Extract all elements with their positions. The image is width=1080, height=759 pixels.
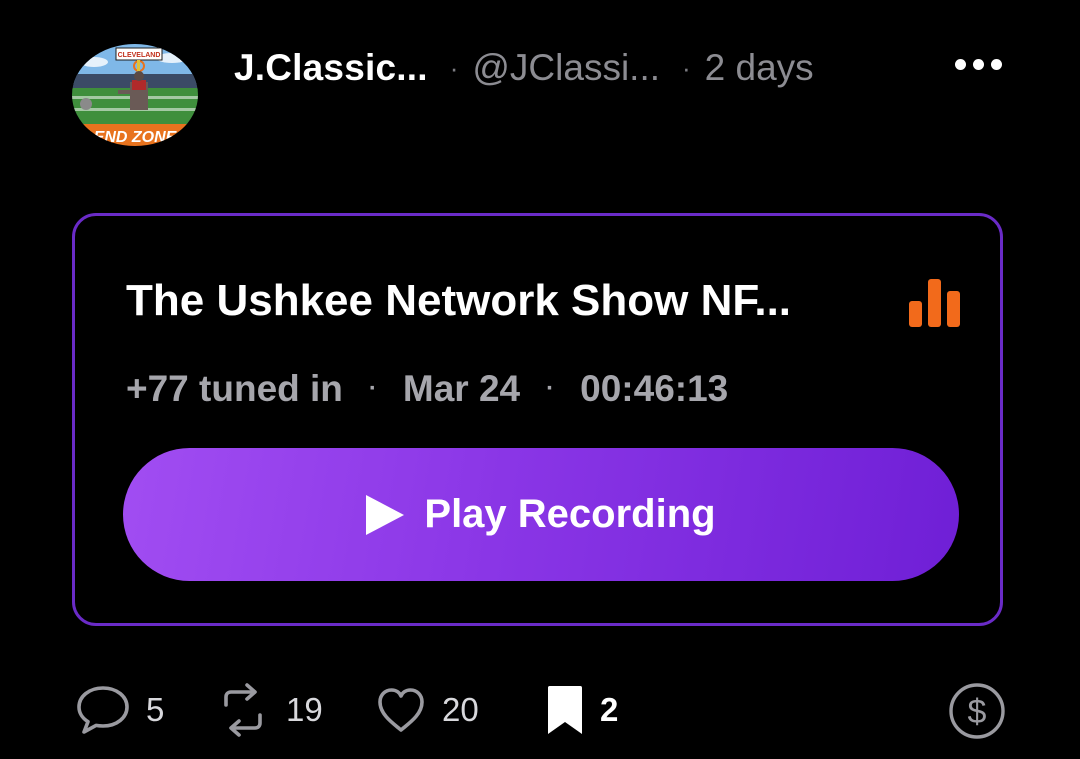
avatar-endzone-text: END ZONE <box>94 129 178 146</box>
play-recording-label: Play Recording <box>424 492 716 536</box>
more-dot <box>972 58 984 70</box>
bookmark-button[interactable]: 2 <box>544 682 618 738</box>
tuned-in-count: +77 tuned in <box>126 368 343 409</box>
play-icon <box>366 494 405 535</box>
username-handle[interactable]: @JClassi... <box>472 47 660 89</box>
more-options-icon[interactable] <box>948 44 1008 84</box>
like-count: 20 <box>442 691 479 728</box>
recast-button[interactable]: 19 <box>214 682 323 738</box>
more-dot <box>990 58 1002 70</box>
reply-button[interactable]: 5 <box>74 682 164 738</box>
bookmark-icon <box>548 686 582 734</box>
recording-meta: +77 tuned in · Mar 24 · 00:46:13 <box>126 368 728 410</box>
post-header: J.Classic... · @JClassi... · 2 days <box>234 42 814 94</box>
recording-title: The Ushkee Network Show NF... <box>126 276 792 325</box>
separator-dot: · <box>682 52 691 83</box>
more-dot <box>954 58 966 70</box>
heart-icon <box>378 688 424 732</box>
meta-separator: · <box>546 375 555 402</box>
reply-count: 5 <box>146 691 165 728</box>
recast-count: 19 <box>286 691 323 728</box>
post-timestamp[interactable]: 2 days <box>705 47 814 89</box>
recast-icon <box>224 683 262 737</box>
separator-dot: · <box>449 52 459 83</box>
avatar-banner-text: CLEVELAND <box>118 52 161 59</box>
recording-duration: 00:46:13 <box>580 368 729 409</box>
display-name[interactable]: J.Classic... <box>234 47 428 89</box>
play-recording-button[interactable]: Play Recording <box>123 448 959 581</box>
dollar-circle-icon: $ <box>949 683 1005 739</box>
bookmark-count: 2 <box>600 691 619 728</box>
audio-bars-icon <box>909 279 960 327</box>
avatar[interactable]: CLEVELAND END ZONE <box>72 44 198 146</box>
comment-icon <box>77 686 129 734</box>
svg-text:$: $ <box>968 693 987 731</box>
tip-button[interactable]: $ <box>948 682 1006 740</box>
like-button[interactable]: 20 <box>374 682 479 738</box>
avatar-image: CLEVELAND END ZONE <box>72 44 198 146</box>
recording-card[interactable]: The Ushkee Network Show NF... +77 tuned … <box>72 213 1003 626</box>
meta-separator: · <box>368 375 377 402</box>
recording-date: Mar 24 <box>402 368 521 409</box>
